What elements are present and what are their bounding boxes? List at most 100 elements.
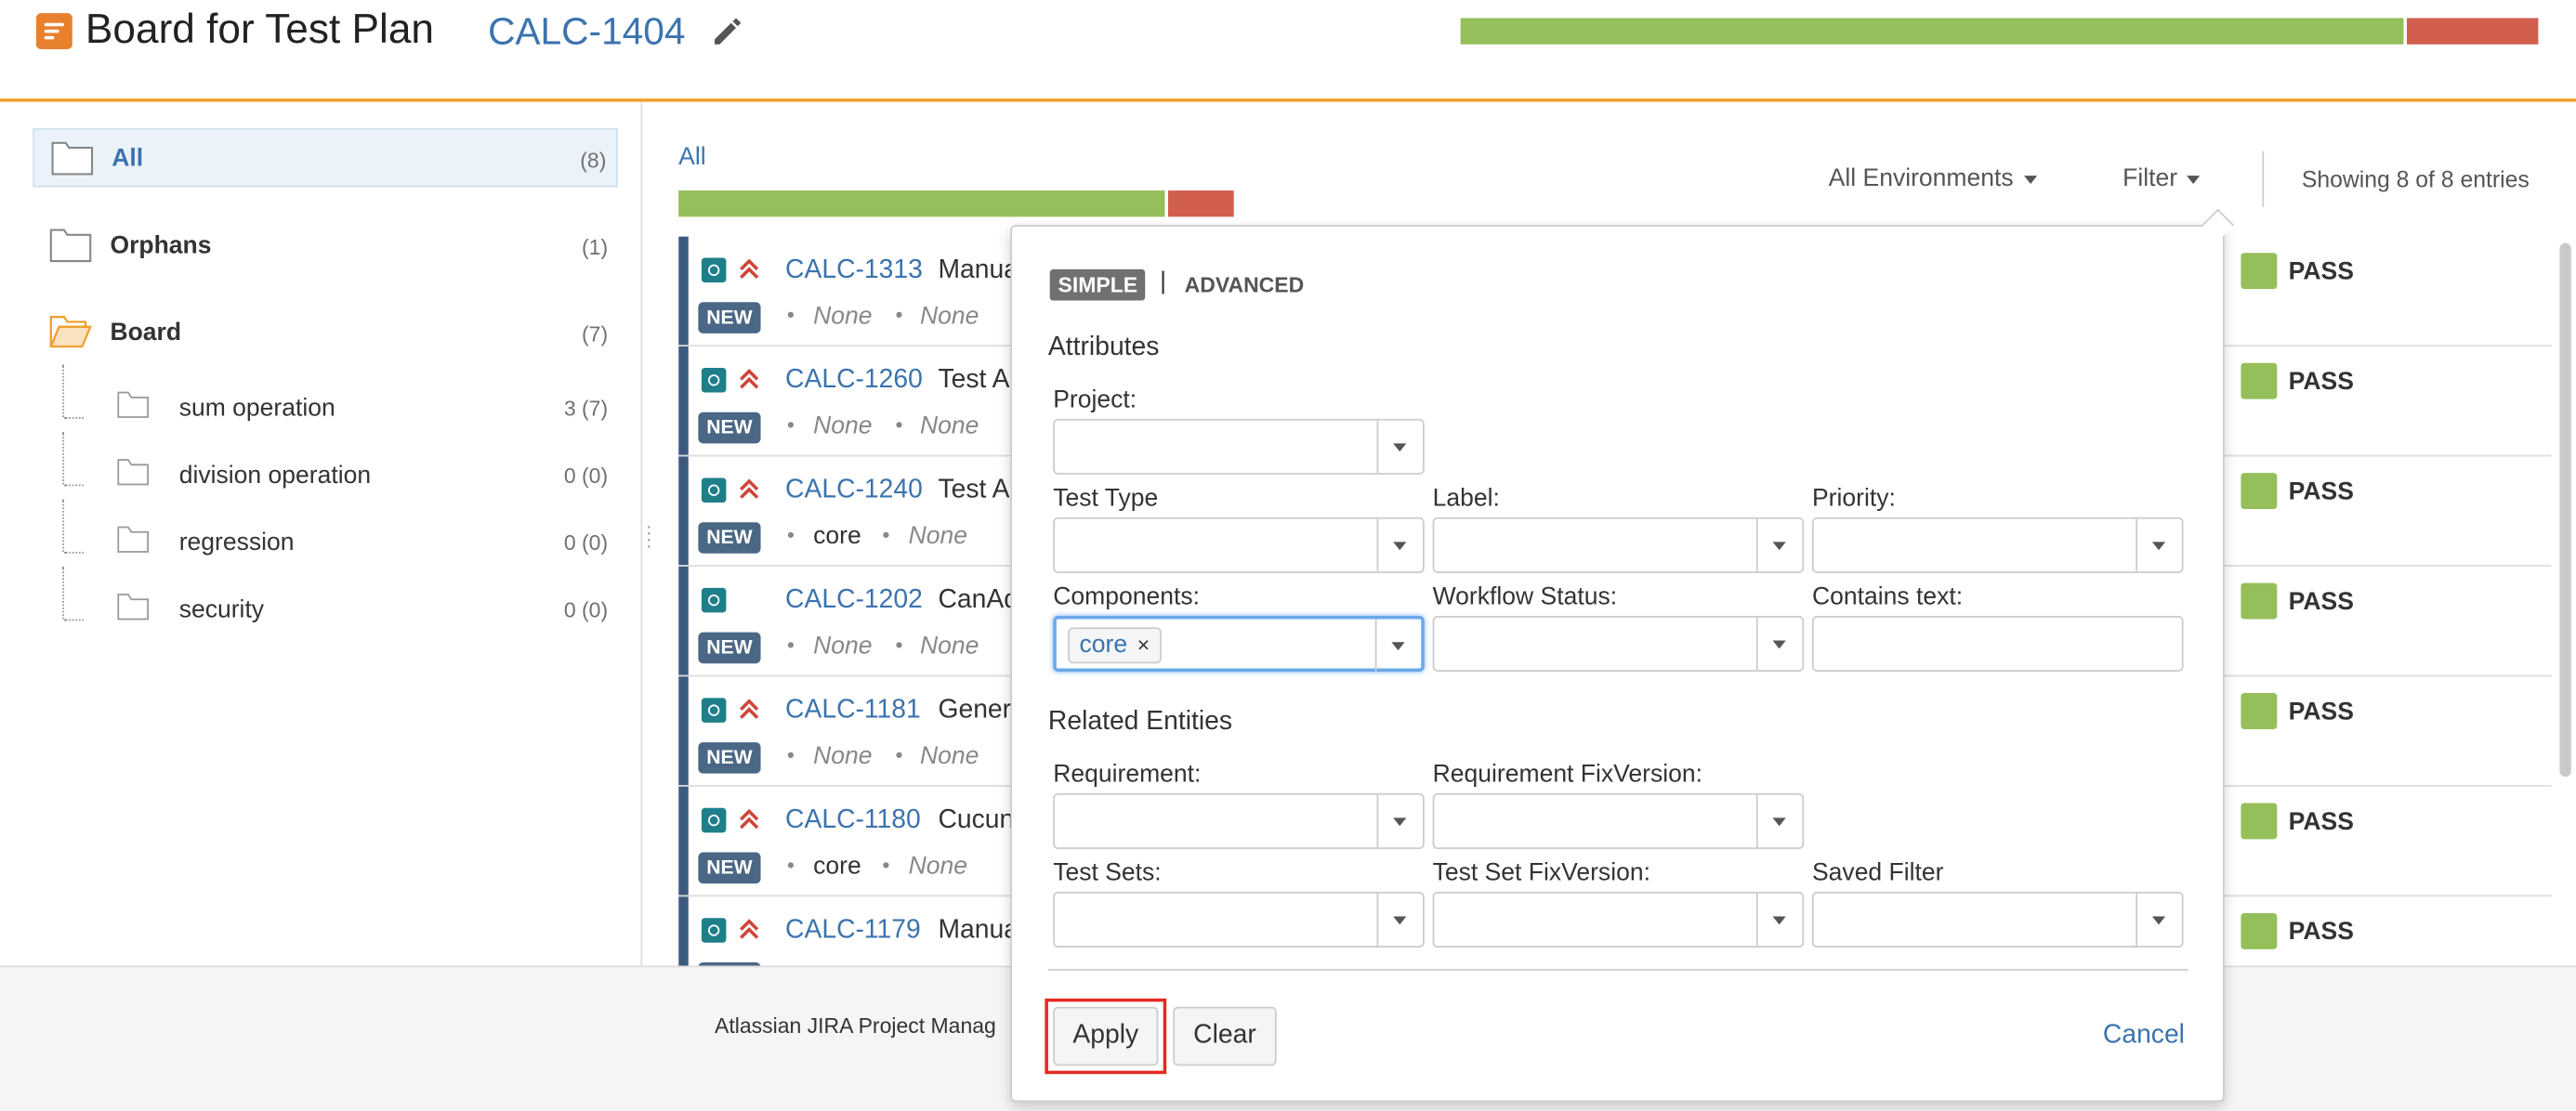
subfolder-label: sum operation bbox=[178, 394, 335, 423]
advanced-mode-tab[interactable]: ADVANCED bbox=[1185, 272, 1305, 297]
component-chip[interactable]: core × bbox=[1068, 627, 1162, 664]
close-icon[interactable]: × bbox=[1137, 633, 1150, 658]
clear-button[interactable]: Clear bbox=[1173, 1006, 1277, 1066]
chevron-down-icon bbox=[2136, 518, 2182, 572]
workflow-status-select[interactable] bbox=[1432, 615, 1805, 673]
folder-icon bbox=[117, 594, 149, 621]
test-component: None bbox=[813, 742, 873, 771]
status-badge: NEW bbox=[698, 632, 761, 664]
test-key-link[interactable]: CALC-1180 bbox=[785, 806, 921, 836]
pencil-icon[interactable] bbox=[710, 13, 746, 49]
test-type-select[interactable] bbox=[1053, 516, 1425, 573]
components-label: Components: bbox=[1053, 582, 1200, 611]
folder-icon bbox=[117, 391, 149, 418]
separator-dot: • bbox=[895, 742, 903, 767]
folder-board[interactable]: Board (7) bbox=[33, 304, 617, 363]
row-status-bar bbox=[678, 346, 689, 455]
row-status-bar bbox=[678, 786, 689, 895]
related-entities-heading: Related Entities bbox=[1047, 707, 1233, 737]
separator-dot: • bbox=[786, 632, 795, 658]
folder-all[interactable]: All (8) bbox=[33, 127, 618, 188]
test-key-link[interactable]: CALC-1179 bbox=[785, 916, 921, 946]
requirement-select[interactable] bbox=[1053, 792, 1425, 850]
row-status-bar bbox=[678, 896, 689, 966]
subfolder-count: 0 (0) bbox=[563, 463, 609, 489]
test-status: PASS bbox=[2288, 918, 2354, 947]
status-badge: NEW bbox=[698, 852, 761, 884]
chevron-down-icon bbox=[1376, 518, 1424, 572]
folder-open-icon bbox=[49, 316, 92, 348]
test-key-link[interactable]: CALC-1260 bbox=[785, 366, 923, 396]
simple-mode-tab[interactable]: SIMPLE bbox=[1049, 268, 1146, 301]
environments-dropdown[interactable]: All Environments bbox=[1829, 164, 2037, 192]
priority-high-icon bbox=[740, 808, 759, 830]
subfolder-sum-operation[interactable]: sum operation 3 (7) bbox=[49, 364, 618, 438]
priority-high-icon bbox=[740, 478, 759, 499]
issue-key-link[interactable]: CALC-1404 bbox=[488, 10, 685, 55]
cancel-link[interactable]: Cancel bbox=[2103, 1022, 2185, 1052]
folder-icon bbox=[117, 526, 149, 553]
test-set-fixversion-select[interactable] bbox=[1432, 891, 1805, 948]
subfolder-count: 0 (0) bbox=[563, 530, 609, 556]
filter-label: Filter bbox=[2123, 163, 2178, 192]
chevron-down-icon bbox=[1374, 619, 1422, 673]
pass-status-icon bbox=[2241, 693, 2278, 729]
test-label: None bbox=[920, 302, 979, 331]
subfolder-label: division operation bbox=[178, 461, 372, 490]
test-component: core bbox=[813, 852, 861, 881]
subfolder-division-operation[interactable]: division operation 0 (0) bbox=[49, 431, 618, 504]
components-select[interactable]: core × bbox=[1053, 615, 1425, 673]
priority-select[interactable] bbox=[1811, 516, 2184, 573]
apply-button[interactable]: Apply bbox=[1053, 1006, 1159, 1066]
test-type-icon bbox=[701, 368, 727, 393]
chevron-down-icon bbox=[1376, 420, 1424, 474]
priority-high-icon bbox=[740, 699, 759, 719]
filter-dropdown[interactable]: Filter bbox=[2123, 164, 2201, 192]
contains-text-label: Contains text: bbox=[1811, 582, 1964, 611]
test-key-link[interactable]: CALC-1181 bbox=[785, 697, 921, 726]
chevron-down-icon bbox=[1755, 794, 1803, 848]
pass-status-icon bbox=[2241, 473, 2278, 510]
test-plan-board-page: Board for Test Plan CALC-1404 All (8) Or… bbox=[0, 0, 2576, 1111]
project-select[interactable] bbox=[1053, 418, 1425, 475]
attributes-heading: Attributes bbox=[1047, 333, 1160, 361]
contains-text-input[interactable] bbox=[1811, 615, 2184, 673]
separator-dot: • bbox=[786, 302, 795, 327]
test-status: PASS bbox=[2288, 587, 2354, 616]
project-label: Project: bbox=[1053, 386, 1137, 414]
row-status-bar bbox=[678, 456, 689, 566]
filter-popup: SIMPLE | ADVANCED Attributes Project: Te… bbox=[1010, 208, 2235, 1103]
requirement-fixversion-select[interactable] bbox=[1432, 792, 1805, 850]
test-sets-select[interactable] bbox=[1053, 891, 1425, 948]
breadcrumb-all[interactable]: All bbox=[678, 143, 705, 171]
test-key-link[interactable]: CALC-1240 bbox=[785, 477, 923, 506]
test-key-link[interactable]: CALC-1313 bbox=[785, 256, 923, 286]
subfolder-count: 3 (7) bbox=[563, 396, 609, 421]
page-title: Board for Test Plan bbox=[85, 7, 435, 53]
test-type-icon bbox=[701, 807, 727, 833]
subfolder-regression[interactable]: regression 0 (0) bbox=[49, 499, 618, 572]
scrollbar-thumb[interactable] bbox=[2559, 242, 2571, 778]
folder-orphans[interactable]: Orphans (1) bbox=[33, 216, 617, 276]
folder-icon bbox=[117, 459, 149, 486]
folder-count: (1) bbox=[582, 234, 609, 260]
progress-pass-segment bbox=[1460, 18, 2404, 45]
priority-high-icon bbox=[740, 369, 759, 389]
test-component: None bbox=[813, 632, 873, 660]
sidebar-resize-handle[interactable]: · · · · bbox=[646, 516, 652, 555]
chevron-down-icon bbox=[1376, 893, 1424, 947]
folder-count: (7) bbox=[582, 321, 609, 347]
test-type-icon bbox=[701, 257, 727, 283]
folder-label: Orphans bbox=[110, 231, 212, 260]
label-select[interactable] bbox=[1432, 516, 1805, 573]
list-scrollbar[interactable] bbox=[2556, 240, 2573, 965]
test-status: PASS bbox=[2288, 698, 2354, 726]
separator-dot: • bbox=[786, 852, 795, 878]
test-key-link[interactable]: CALC-1202 bbox=[785, 586, 923, 616]
test-summary: Test A bbox=[938, 476, 1010, 504]
chevron-down-icon bbox=[1376, 794, 1424, 848]
saved-filter-select[interactable] bbox=[1811, 891, 2184, 948]
subfolder-security[interactable]: security 0 (0) bbox=[49, 566, 618, 639]
test-sets-label: Test Sets: bbox=[1053, 858, 1162, 887]
test-summary: CanAd bbox=[938, 586, 1019, 615]
